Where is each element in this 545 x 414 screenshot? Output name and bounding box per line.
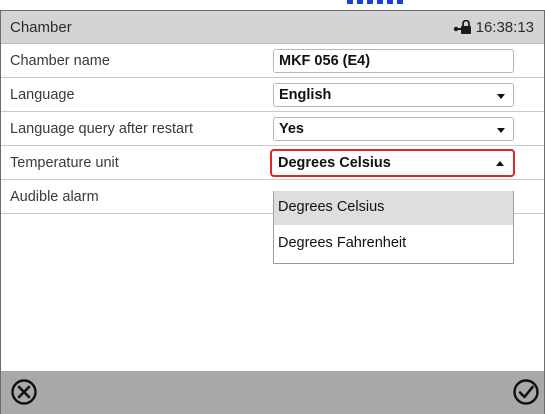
cancel-icon[interactable] <box>9 377 39 407</box>
temperature-unit-select[interactable]: Degrees Celsius <box>270 149 515 177</box>
clock-time: 16:38:13 <box>475 19 534 36</box>
chamber-name-field[interactable]: MKF 056 (E4) <box>273 49 514 73</box>
language-query-label: Language query after restart <box>10 121 193 137</box>
device-screen: Chamber 16:38:13 Chamber name MKF 056 (E… <box>0 10 545 414</box>
lock-icon <box>453 19 472 35</box>
language-query-select[interactable]: Yes <box>273 117 514 141</box>
page-title: Chamber <box>10 19 72 36</box>
top-clipped-area <box>0 0 545 10</box>
language-label: Language <box>10 87 75 103</box>
chevron-down-icon <box>497 128 505 133</box>
row-temperature-unit: Temperature unit Degrees Celsius <box>1 147 544 180</box>
option-label: Degrees Celsius <box>278 199 385 215</box>
row-language: Language English <box>1 79 544 112</box>
chevron-up-icon <box>496 161 504 166</box>
header-bar: Chamber 16:38:13 <box>1 11 544 44</box>
temperature-unit-value: Degrees Celsius <box>278 155 391 171</box>
temperature-unit-label: Temperature unit <box>10 155 119 171</box>
language-select[interactable]: English <box>273 83 514 107</box>
chevron-down-icon <box>497 94 505 99</box>
language-query-value: Yes <box>279 121 304 137</box>
clipped-heading-fragment <box>345 0 405 4</box>
chamber-name-label: Chamber name <box>10 53 110 69</box>
temperature-unit-dropdown: Degrees Celsius Degrees Fahrenheit <box>273 191 514 264</box>
row-language-query: Language query after restart Yes <box>1 113 544 146</box>
language-value: English <box>279 87 332 103</box>
dropdown-option-fahrenheit[interactable]: Degrees Fahrenheit <box>274 227 513 261</box>
dropdown-option-celsius[interactable]: Degrees Celsius <box>274 191 513 225</box>
audible-alarm-label: Audible alarm <box>10 189 99 205</box>
top-bar <box>0 0 545 10</box>
option-label: Degrees Fahrenheit <box>278 235 407 251</box>
row-chamber-name: Chamber name MKF 056 (E4) <box>1 45 544 78</box>
status-area: 16:38:13 <box>453 19 534 36</box>
confirm-icon[interactable] <box>511 377 541 407</box>
chamber-name-value: MKF 056 (E4) <box>279 53 371 69</box>
footer-bar <box>1 371 544 414</box>
